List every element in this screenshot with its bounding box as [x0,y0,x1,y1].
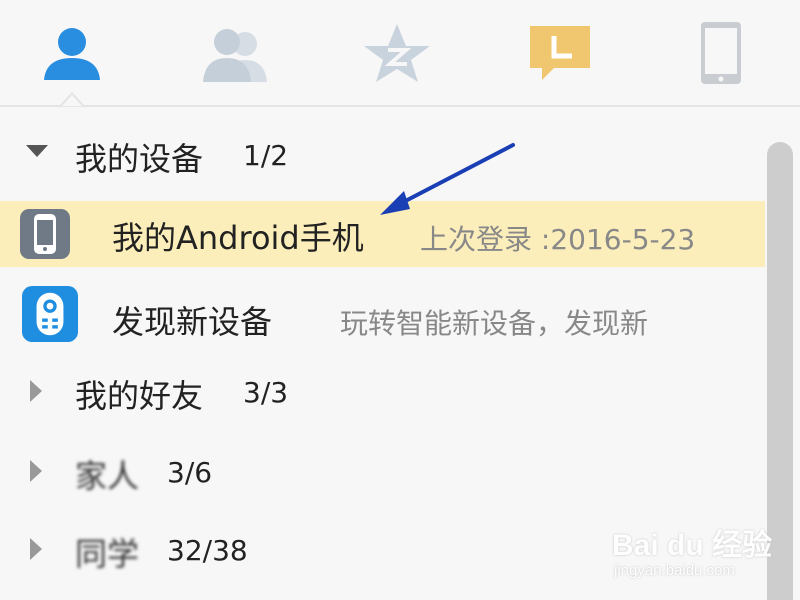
active-tab-indicator [60,92,84,106]
collapsed-arrow-icon [30,538,42,560]
group-blurred-2[interactable]: 同学 32/38 [0,520,765,580]
device-name: 我的Android手机 [112,219,364,257]
group-name: 我的好友 [75,377,204,415]
collapsed-arrow-icon [30,460,42,482]
group-my-devices[interactable]: 我的设备 1/2 [0,122,765,182]
group-count: 3/3 [243,376,289,409]
device-row-discover[interactable]: 发现新设备 玩转智能新设备，发现新 [0,282,765,348]
groups-icon [203,29,267,82]
group-name: 同学 [75,535,140,573]
tab-groups[interactable] [195,18,275,88]
group-count: 32/38 [167,534,248,567]
group-count: 1/2 [243,139,289,172]
tab-recent-chats[interactable] [520,18,600,88]
group-blurred-1[interactable]: 家人 3/6 [0,442,765,502]
tab-contacts[interactable] [32,18,112,88]
scrollbar-thumb[interactable] [767,142,793,600]
tab-device[interactable] [683,18,763,88]
android-phone-icon [20,209,70,259]
device-name: 发现新设备 [112,303,273,341]
expanded-arrow-icon [26,145,48,157]
device-row-android[interactable]: 我的Android手机 上次登录 :2016-5-23 [0,201,765,267]
contacts-icon [44,28,100,80]
recent-chat-icon [530,26,590,80]
qzone-star-icon [364,24,430,82]
qq-contacts-panel: 我的设备 1/2 我的Android手机 上次登录 :2016-5-23 发现新… [0,0,800,600]
tab-qzone[interactable] [357,18,437,88]
device-last-login: 上次登录 :2016-5-23 [420,223,696,256]
contact-list[interactable]: 我的设备 1/2 我的Android手机 上次登录 :2016-5-23 发现新… [0,107,765,600]
top-tab-bar [0,0,800,107]
group-name: 我的设备 [75,140,204,178]
group-my-friends[interactable]: 我的好友 3/3 [0,362,765,422]
device-phone-icon [701,22,741,84]
discover-device-icon [22,286,78,342]
group-name: 家人 [75,457,140,495]
device-description: 玩转智能新设备，发现新 [340,307,649,340]
collapsed-arrow-icon [30,380,42,402]
group-count: 3/6 [167,456,213,489]
